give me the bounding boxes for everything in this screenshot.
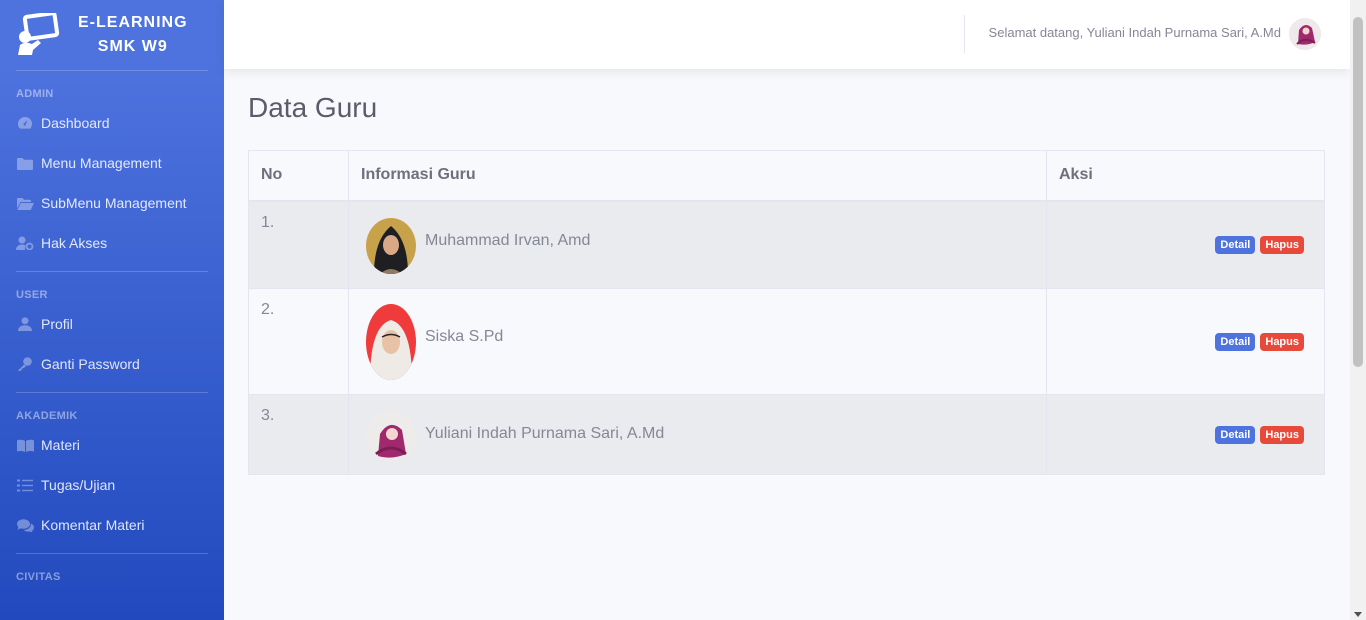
guru-name: Yuliani Indah Purnama Sari, A.Md xyxy=(425,425,665,442)
sidebar-heading-admin: ADMIN xyxy=(16,88,54,100)
row-number: 1. xyxy=(248,200,349,289)
brand-logo-icon xyxy=(16,11,60,57)
sidebar-item-dashboard[interactable]: Dashboard xyxy=(0,103,224,143)
topbar-divider xyxy=(964,15,965,53)
guru-info-cell: Muhammad Irvan, Amd xyxy=(348,200,1047,289)
table-row: 2. Siska S.Pd Detail Hapus xyxy=(248,288,1325,395)
main-content: Data Guru No Informasi Guru Aksi 1. Muha… xyxy=(248,92,1325,475)
detail-button[interactable]: Detail xyxy=(1215,426,1256,444)
tachometer-icon xyxy=(16,116,34,130)
guru-name: Muhammad Irvan, Amd xyxy=(425,231,591,249)
sidebar-item-label: Profil xyxy=(41,316,73,332)
sidebar-item-materi[interactable]: Materi xyxy=(0,425,224,465)
guru-table: No Informasi Guru Aksi 1. Muhammad Irvan… xyxy=(248,150,1325,475)
detail-button[interactable]: Detail xyxy=(1215,236,1256,255)
sidebar-item-label: Tugas/Ujian xyxy=(41,477,116,493)
detail-button[interactable]: Detail xyxy=(1215,333,1256,351)
row-number: 3. xyxy=(248,394,349,475)
actions-cell: Detail Hapus xyxy=(1046,394,1325,475)
sidebar-item-submenu-management[interactable]: SubMenu Management xyxy=(0,183,224,223)
header-informasi-guru: Informasi Guru xyxy=(348,150,1047,202)
tasks-icon xyxy=(16,478,34,492)
user-icon xyxy=(16,317,34,331)
guru-name: Siska S.Pd xyxy=(425,328,504,345)
book-open-icon xyxy=(16,438,34,452)
sidebar-brand[interactable]: E-LEARNING SMK W9 xyxy=(0,0,224,70)
scrollbar-thumb[interactable] xyxy=(1353,17,1363,367)
actions-cell: Detail Hapus xyxy=(1046,288,1325,395)
brand-title: E-LEARNING SMK W9 xyxy=(78,11,188,59)
folder-icon xyxy=(16,156,34,170)
guru-photo xyxy=(366,410,416,462)
sidebar-item-ganti-password[interactable]: Ganti Password xyxy=(0,344,224,384)
sidebar-item-label: SubMenu Management xyxy=(41,195,187,211)
sidebar-item-komentar-materi[interactable]: Komentar Materi xyxy=(0,505,224,545)
guru-photo xyxy=(366,304,416,380)
guru-photo xyxy=(366,217,416,274)
sidebar-item-tugas-ujian[interactable]: Tugas/Ujian xyxy=(0,465,224,505)
scroll-down-arrow-icon[interactable] xyxy=(1354,612,1362,617)
sidebar-item-label: Ganti Password xyxy=(41,356,140,372)
hapus-button[interactable]: Hapus xyxy=(1260,333,1304,351)
table-header-row: No Informasi Guru Aksi xyxy=(248,150,1325,202)
hapus-button[interactable]: Hapus xyxy=(1260,426,1304,444)
sidebar-item-label: Hak Akses xyxy=(41,235,108,251)
user-cog-icon xyxy=(16,236,34,250)
table-row: 3. Yuliani Indah Purnama Sari, A.Md Deta… xyxy=(248,394,1325,475)
folder-open-icon xyxy=(16,196,34,210)
table-row: 1. Muhammad Irvan, Amd Detail Hapus xyxy=(248,200,1325,289)
user-avatar[interactable] xyxy=(1289,18,1321,50)
header-no: No xyxy=(248,150,349,202)
sidebar-item-profil[interactable]: Profil xyxy=(0,304,224,344)
key-icon xyxy=(16,357,34,371)
actions-cell: Detail Hapus xyxy=(1046,200,1325,289)
sidebar: E-LEARNING SMK W9 ADMIN Dashboard Menu M… xyxy=(0,0,224,620)
comments-icon xyxy=(16,518,34,532)
page-title: Data Guru xyxy=(248,92,378,123)
sidebar-item-label: Menu Management xyxy=(41,155,162,171)
sidebar-heading-akademik: AKADEMIK xyxy=(16,410,78,422)
guru-info-cell: Siska S.Pd xyxy=(348,288,1047,395)
sidebar-heading-user: USER xyxy=(16,289,48,301)
sidebar-item-menu-management[interactable]: Menu Management xyxy=(0,143,224,183)
brand-line-2: SMK W9 xyxy=(97,38,168,55)
sidebar-item-label: Komentar Materi xyxy=(41,517,145,533)
guru-info-cell: Yuliani Indah Purnama Sari, A.Md xyxy=(348,394,1047,475)
page-scrollbar[interactable] xyxy=(1350,0,1366,620)
sidebar-item-hak-akses[interactable]: Hak Akses xyxy=(0,223,224,263)
sidebar-item-label: Materi xyxy=(41,437,80,453)
hapus-button[interactable]: Hapus xyxy=(1260,236,1304,255)
brand-line-1: E-LEARNING xyxy=(78,14,188,31)
welcome-text[interactable]: Selamat datang, Yuliani Indah Purnama Sa… xyxy=(989,25,1281,40)
row-number: 2. xyxy=(248,288,349,395)
header-aksi: Aksi xyxy=(1046,150,1325,202)
sidebar-heading-civitas: CIVITAS xyxy=(16,571,61,583)
sidebar-item-label: Dashboard xyxy=(41,115,110,131)
topbar: Selamat datang, Yuliani Indah Purnama Sa… xyxy=(224,0,1350,69)
